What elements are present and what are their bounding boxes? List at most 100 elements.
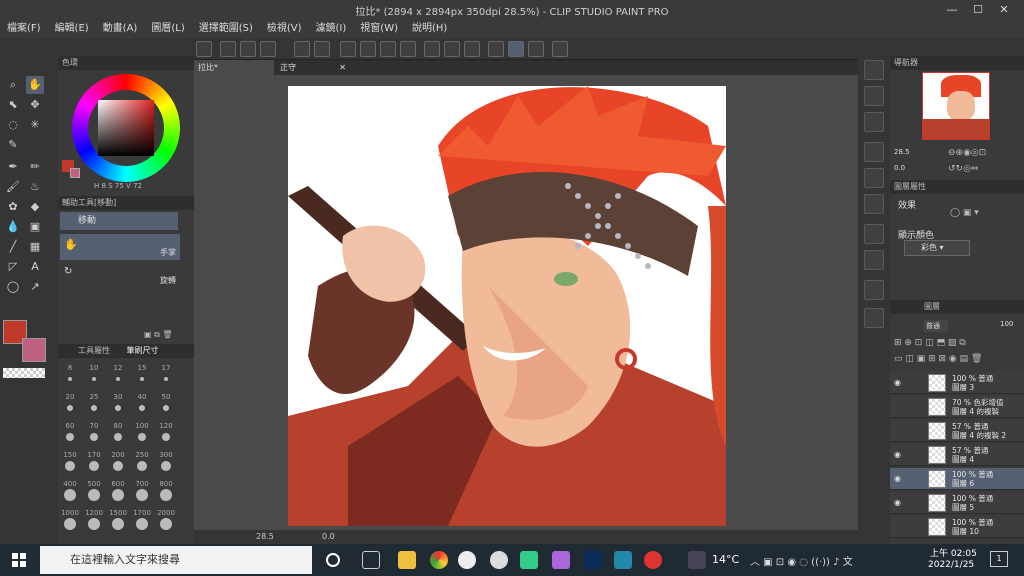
- close-icon[interactable]: ✕: [996, 2, 1012, 18]
- decoration-tool-icon[interactable]: ✿: [4, 198, 22, 216]
- photos-icon[interactable]: [614, 551, 632, 569]
- app-icon[interactable]: [552, 551, 570, 569]
- frame-tool-icon[interactable]: ▦: [26, 238, 44, 256]
- lasso-tool-icon[interactable]: ◌: [4, 116, 22, 134]
- correct-line-tool-icon[interactable]: ↗: [26, 278, 44, 296]
- balloon-tool-icon[interactable]: ◯: [4, 278, 22, 296]
- eye-icon[interactable]: ◉: [894, 498, 904, 508]
- brush-size-cell[interactable]: 400: [60, 480, 80, 508]
- menu-window[interactable]: 視窗(W): [353, 20, 405, 38]
- brush-size-cell[interactable]: 100: [132, 422, 152, 450]
- brush-size-cell[interactable]: 2000: [156, 509, 176, 537]
- eye-off-icon[interactable]: [894, 522, 904, 532]
- open-icon[interactable]: [220, 41, 236, 57]
- clip-studio-paint-icon[interactable]: [490, 551, 508, 569]
- brush-size-cell[interactable]: 1700: [132, 509, 152, 537]
- magic-wand-icon[interactable]: ✳: [26, 116, 44, 134]
- brush-size-cell[interactable]: 250: [132, 451, 152, 479]
- blend-mode-select[interactable]: 普通: [924, 320, 948, 332]
- export-icon[interactable]: [260, 41, 276, 57]
- subtool-item-rotate[interactable]: ↻ 旋轉: [60, 262, 180, 288]
- redo-icon[interactable]: [314, 41, 330, 57]
- navigator-angle[interactable]: 0.0: [894, 164, 905, 172]
- layer-row[interactable]: 70 % 色彩增值 圖層 4 的複製: [890, 396, 1024, 418]
- fill-tool-icon[interactable]: ▣: [26, 218, 44, 236]
- zoom-tool-icon[interactable]: ⌕: [4, 76, 22, 94]
- eye-icon[interactable]: ◉: [894, 450, 904, 460]
- brush-size-cell[interactable]: 300: [156, 451, 176, 479]
- transparent-color-swatch[interactable]: [3, 368, 45, 378]
- subtool-actions[interactable]: ▣ ⧉ 🗑: [144, 330, 173, 340]
- effect-buttons[interactable]: ◯ ▣ ▾: [950, 208, 979, 218]
- brush-size-cell[interactable]: 120: [156, 422, 176, 450]
- palette-icon[interactable]: [864, 224, 884, 244]
- layer-row[interactable]: 57 % 普通 圖層 4 的複製 2: [890, 420, 1024, 442]
- texture-icon[interactable]: [864, 168, 884, 188]
- sub-color-swatch[interactable]: [22, 338, 46, 362]
- menu-edit[interactable]: 編輯(E): [48, 20, 96, 38]
- menu-layer[interactable]: 圖層(L): [144, 20, 191, 38]
- brush-size-cell[interactable]: 200: [108, 451, 128, 479]
- rotate-controls[interactable]: ↺↻◎⇔: [948, 164, 978, 174]
- brush-size-cell[interactable]: 8: [60, 364, 80, 392]
- operation-tool-icon[interactable]: ⬉: [4, 96, 22, 114]
- eyedropper-icon[interactable]: ✎: [4, 136, 22, 154]
- clock-date[interactable]: 2022/1/25: [928, 560, 974, 570]
- brush-size-cell[interactable]: 30: [108, 393, 128, 421]
- navigator-preview[interactable]: [922, 72, 990, 140]
- chrome-icon[interactable]: [430, 551, 448, 569]
- canvas-artwork[interactable]: [288, 86, 726, 526]
- subtool-group-move[interactable]: 移動: [60, 212, 178, 230]
- layer-row[interactable]: ◉ 57 % 普通 圖層 4: [890, 444, 1024, 466]
- brush-size-cell[interactable]: 17: [156, 364, 176, 392]
- close-tab-icon[interactable]: ✕: [339, 60, 346, 75]
- task-view-icon[interactable]: [362, 551, 380, 569]
- hand-tool-icon[interactable]: ✋: [26, 76, 44, 94]
- airbrush-tool-icon[interactable]: ♨: [26, 178, 44, 196]
- minimize-icon[interactable]: —: [944, 2, 960, 18]
- tab-tool-property[interactable]: 工具屬性: [78, 346, 110, 355]
- eye-off-icon[interactable]: [894, 426, 904, 436]
- brush-size-cell[interactable]: 600: [108, 480, 128, 508]
- navigator-icon[interactable]: [864, 60, 884, 80]
- menu-selection[interactable]: 選擇範圍(S): [192, 20, 260, 38]
- brush-size-cell[interactable]: 1500: [108, 509, 128, 537]
- notification-icon[interactable]: 1: [990, 551, 1008, 567]
- tab-lab[interactable]: 拉比*: [194, 60, 274, 75]
- undo-icon[interactable]: [294, 41, 310, 57]
- brush-size-cell[interactable]: 12: [108, 364, 128, 392]
- menu-view[interactable]: 檢視(V): [260, 20, 309, 38]
- color-mode-select[interactable]: 彩色 ▾: [904, 240, 970, 256]
- brush-size-cell[interactable]: 70: [84, 422, 104, 450]
- brush-size-cell[interactable]: 800: [156, 480, 176, 508]
- transform-icon[interactable]: [380, 41, 396, 57]
- deselect-icon[interactable]: [444, 41, 460, 57]
- mini-sub-color[interactable]: [70, 168, 80, 178]
- tray-icons[interactable]: ︿ ▣ ⊡ ◉ ◌ ((·)) ♪ 文: [750, 553, 853, 568]
- eye-icon[interactable]: ◉: [894, 474, 904, 484]
- brush-size-cell[interactable]: 80: [108, 422, 128, 450]
- tab-other[interactable]: 正守 ✕: [276, 60, 350, 75]
- start-icon[interactable]: [12, 553, 26, 567]
- material-icon[interactable]: [864, 112, 884, 132]
- menu-file[interactable]: 檔案(F): [0, 20, 48, 38]
- snap-grid-icon[interactable]: [528, 41, 544, 57]
- brush-size-cell[interactable]: 1200: [84, 509, 104, 537]
- weather-temp[interactable]: 14°C: [712, 553, 739, 566]
- brush-size-cell[interactable]: 700: [132, 480, 152, 508]
- brush-size-cell[interactable]: 170: [84, 451, 104, 479]
- layer-row[interactable]: ◉ 100 % 普通 圖層 3: [890, 372, 1024, 394]
- taskbar-search[interactable]: 在這裡輸入文字來搜尋: [40, 546, 312, 574]
- ruler-tool-icon[interactable]: ◸: [4, 258, 22, 276]
- menu-help[interactable]: 說明(H): [405, 20, 454, 38]
- clip-studio-icon[interactable]: [458, 551, 476, 569]
- layer-row[interactable]: ◉ 100 % 普通 圖層 6: [890, 468, 1024, 490]
- text-tool-icon[interactable]: A: [26, 258, 44, 276]
- layer-search-icon[interactable]: [864, 194, 884, 214]
- layer-opacity[interactable]: 100: [1000, 320, 1013, 328]
- close-panel-icon[interactable]: [864, 142, 884, 162]
- browser-icon[interactable]: [644, 551, 662, 569]
- save-icon[interactable]: [240, 41, 256, 57]
- help-icon[interactable]: [552, 41, 568, 57]
- grid-icon[interactable]: [864, 86, 884, 106]
